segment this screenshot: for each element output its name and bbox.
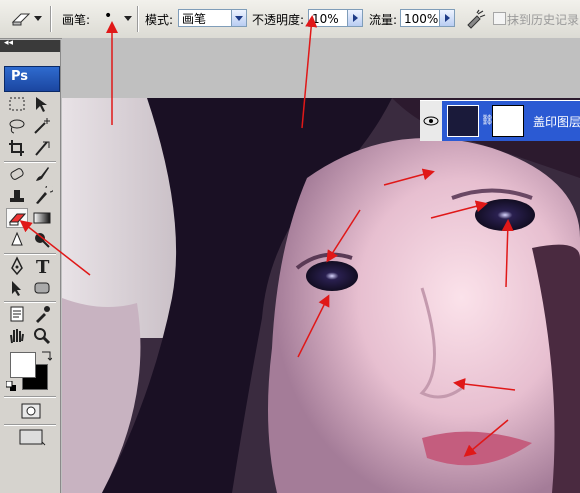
arrow-to-left-eye-bottom: [297, 294, 330, 358]
arrow-to-nose: [453, 378, 516, 391]
annotation-arrows-overlay: [19, 15, 516, 457]
arrow-to-left-eye-top: [326, 209, 361, 263]
arrow-to-eraser-tool: [19, 220, 91, 276]
arrow-to-right-eye-top: [430, 200, 488, 219]
arrow-to-lips: [463, 419, 509, 457]
arrow-to-right-eye-bottom: [501, 219, 514, 288]
arrow-to-brow: [383, 168, 435, 186]
arrow-to-opacity: [301, 15, 318, 129]
